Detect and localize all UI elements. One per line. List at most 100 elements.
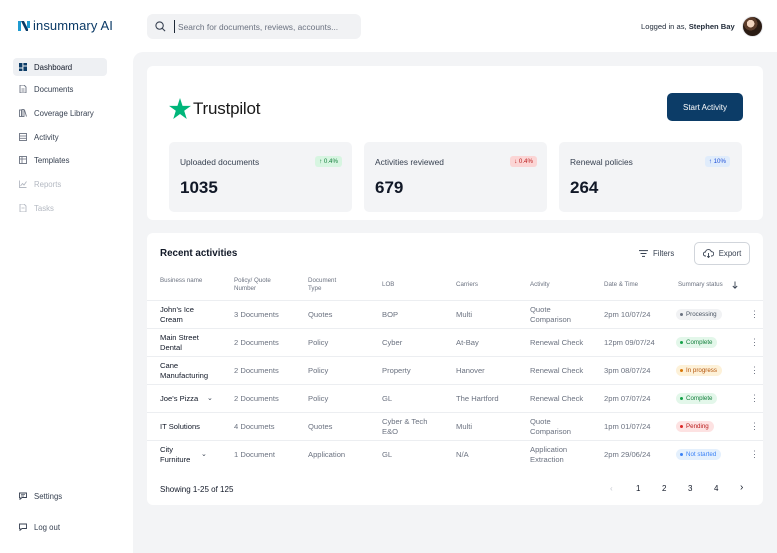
table-row[interactable]: Cane Manufacturing 2 Documents Policy Pr… bbox=[147, 356, 763, 384]
table-title: Recent activities bbox=[160, 248, 238, 259]
activity: Quote Comparison bbox=[530, 305, 571, 324]
business-name[interactable]: Joe's Pizza bbox=[160, 394, 198, 404]
table-row[interactable]: John's Ice Cream 3 Documents Quotes BOP … bbox=[147, 300, 763, 328]
column-header[interactable]: Date & Time bbox=[604, 281, 638, 289]
recent-activities-card: Recent activities Filters Export Busines… bbox=[147, 233, 763, 505]
status-badge: Complete bbox=[676, 393, 718, 404]
activity-icon bbox=[19, 133, 27, 141]
export-label: Export bbox=[718, 249, 742, 258]
page-1[interactable]: 1 bbox=[636, 484, 640, 493]
lob: GL bbox=[382, 394, 393, 403]
prev-page-icon[interactable]: ‹ bbox=[610, 484, 613, 493]
policy-number[interactable]: 1 Document bbox=[234, 450, 275, 460]
table-row[interactable]: City Furniture ⌄ 1 Document Application … bbox=[147, 440, 763, 468]
next-page-icon[interactable]: › bbox=[740, 482, 743, 493]
app-logo[interactable]: insummary AI bbox=[18, 18, 113, 33]
sidebar-item-documents[interactable]: Documents bbox=[13, 80, 107, 98]
sidebar-item-label: Log out bbox=[34, 522, 61, 532]
document-type: Quotes bbox=[308, 310, 333, 319]
lob: Cyber & Tech E&O bbox=[382, 417, 428, 436]
sidebar-item-settings[interactable]: Settings bbox=[13, 487, 107, 505]
sidebar-item-label: Activity bbox=[34, 132, 59, 142]
business-name[interactable]: John's Ice Cream bbox=[160, 305, 212, 325]
policy-number[interactable]: 2 Documents bbox=[234, 394, 279, 404]
stat-card-renewal: Renewal policies ↑ 10% 264 bbox=[559, 142, 742, 212]
search-bar[interactable]: Search for documents, reviews, accounts.… bbox=[147, 14, 361, 39]
status-badge: Complete bbox=[676, 337, 718, 348]
search-icon bbox=[155, 21, 166, 32]
sidebar-item-coverage-library[interactable]: Coverage Library bbox=[13, 104, 107, 122]
sidebar-item-label: Coverage Library bbox=[34, 108, 94, 118]
policy-number[interactable]: 3 Documents bbox=[234, 310, 279, 320]
carrier: At-Bay bbox=[456, 338, 479, 347]
templates-icon bbox=[19, 156, 27, 164]
row-menu-icon[interactable]: ⋮ bbox=[750, 422, 759, 431]
page-4[interactable]: 4 bbox=[714, 484, 718, 493]
business-name[interactable]: Main Street Dental bbox=[160, 333, 212, 353]
carrier: Hanover bbox=[456, 366, 485, 375]
row-menu-icon[interactable]: ⋮ bbox=[750, 450, 759, 459]
logout-icon bbox=[19, 523, 27, 531]
chevron-down-icon[interactable]: ⌄ bbox=[201, 450, 207, 458]
sidebar-item-label: Dashboard bbox=[34, 62, 73, 72]
trend-badge: ↓ 0.4% bbox=[510, 156, 537, 167]
document-type: Policy bbox=[308, 366, 329, 375]
search-input[interactable]: Search for documents, reviews, accounts.… bbox=[178, 22, 338, 32]
library-icon bbox=[19, 109, 27, 117]
page-3[interactable]: 3 bbox=[688, 484, 692, 493]
business-name[interactable]: Cane Manufacturing bbox=[160, 361, 216, 381]
brand-name: Trustpilot bbox=[193, 98, 261, 118]
avatar[interactable] bbox=[742, 16, 763, 37]
policy-number[interactable]: 2 Documents bbox=[234, 366, 279, 376]
start-activity-button[interactable]: Start Activity bbox=[667, 93, 743, 121]
status-badge: Processing bbox=[676, 309, 722, 320]
table-row[interactable]: Main Street Dental 2 Documents Policy Cy… bbox=[147, 328, 763, 356]
sidebar-item-reports[interactable]: Reports bbox=[13, 175, 107, 193]
export-button[interactable]: Export bbox=[694, 242, 750, 265]
column-header[interactable]: Summary status bbox=[678, 281, 723, 289]
sidebar-item-tasks[interactable]: Tasks bbox=[13, 199, 107, 217]
column-header[interactable]: Carriers bbox=[456, 281, 478, 289]
activity: Renewal Check bbox=[530, 394, 584, 403]
page-2[interactable]: 2 bbox=[662, 484, 666, 493]
login-prefix: Logged in as, bbox=[641, 22, 687, 31]
sidebar: Dashboard Documents Coverage Library Act… bbox=[0, 52, 133, 553]
chevron-down-icon[interactable]: ⌄ bbox=[207, 394, 213, 402]
column-header[interactable]: Business name bbox=[160, 277, 218, 285]
stat-value: 679 bbox=[375, 178, 404, 197]
activity: Application Extraction bbox=[530, 445, 568, 464]
text-cursor bbox=[174, 20, 175, 33]
row-menu-icon[interactable]: ⋮ bbox=[750, 338, 759, 347]
policy-number[interactable]: 2 Documents bbox=[234, 338, 279, 348]
column-header[interactable]: Policy/ Quote Number bbox=[234, 277, 294, 293]
column-header[interactable]: Activity bbox=[530, 281, 550, 289]
stat-label: Uploaded documents bbox=[180, 157, 260, 167]
business-name[interactable]: IT Solutions bbox=[160, 422, 200, 432]
tasks-icon bbox=[19, 204, 27, 212]
sidebar-item-label: Tasks bbox=[34, 203, 54, 213]
user-name: Stephen Bay bbox=[688, 22, 735, 31]
table-row[interactable]: Joe's Pizza ⌄ 2 Documents Policy GL The … bbox=[147, 384, 763, 412]
trend-badge: ↑ 0.4% bbox=[315, 156, 342, 167]
lob: BOP bbox=[382, 310, 399, 319]
stat-card-reviewed: Activities reviewed ↓ 0.4% 679 bbox=[364, 142, 547, 212]
sidebar-item-templates[interactable]: Templates bbox=[13, 151, 107, 169]
sidebar-item-logout[interactable]: Log out bbox=[13, 518, 107, 536]
stat-value: 1035 bbox=[180, 178, 218, 197]
sidebar-item-activity[interactable]: Activity bbox=[13, 128, 107, 146]
column-header[interactable]: Document Type bbox=[308, 277, 348, 293]
row-menu-icon[interactable]: ⋮ bbox=[750, 310, 759, 319]
filters-button[interactable]: Filters bbox=[639, 249, 674, 258]
overview-card: Trustpilot Start Activity Uploaded docum… bbox=[147, 66, 763, 220]
row-menu-icon[interactable]: ⋮ bbox=[750, 366, 759, 375]
sidebar-item-dashboard[interactable]: Dashboard bbox=[13, 58, 107, 76]
carrier: Multi bbox=[456, 310, 473, 319]
table-row[interactable]: IT Solutions 4 Documets Quotes Cyber & T… bbox=[147, 412, 763, 440]
sort-arrow-icon[interactable] bbox=[732, 281, 738, 289]
column-header[interactable]: LOB bbox=[382, 281, 394, 289]
row-menu-icon[interactable]: ⋮ bbox=[750, 394, 759, 403]
policy-number[interactable]: 4 Documets bbox=[234, 422, 275, 432]
business-name[interactable]: City Furniture bbox=[160, 445, 200, 465]
settings-icon bbox=[19, 492, 27, 500]
filter-icon bbox=[639, 250, 648, 257]
